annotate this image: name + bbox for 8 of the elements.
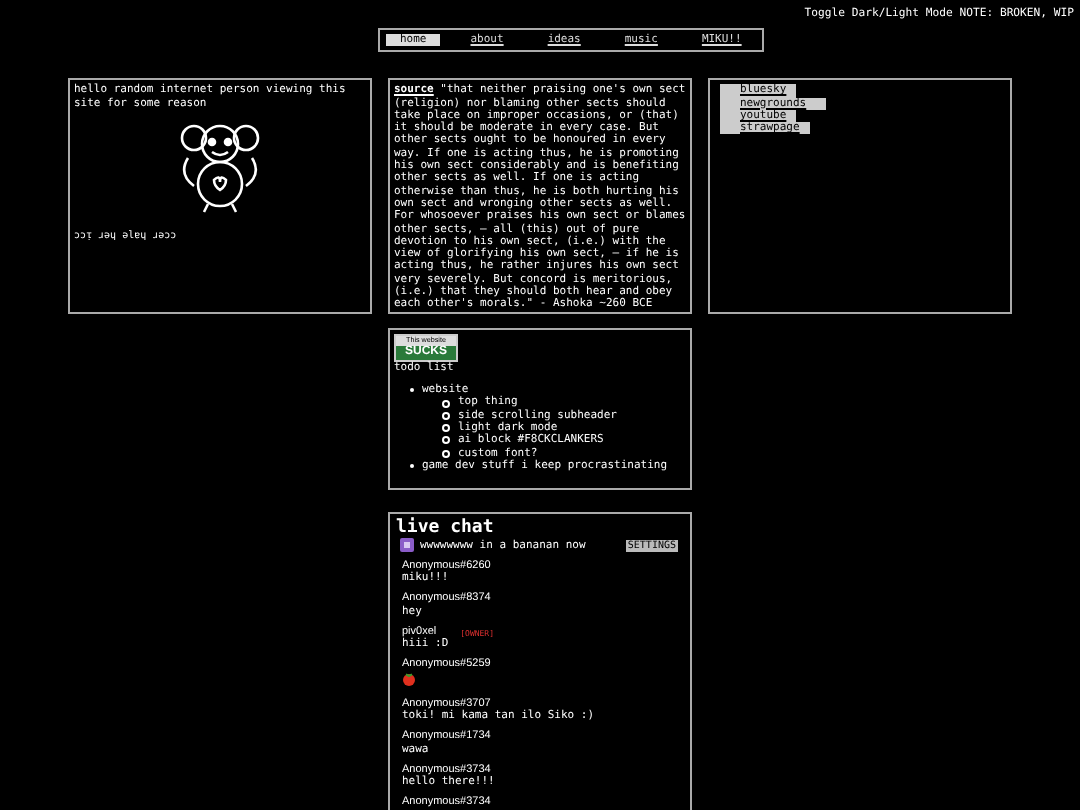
chat-title: live chat <box>396 518 496 539</box>
bullet-icon <box>442 436 450 445</box>
tomato-icon <box>402 671 416 686</box>
bullet-icon <box>442 399 450 408</box>
bullet-icon <box>442 424 450 433</box>
user-icon <box>400 538 414 553</box>
bullet-icon <box>442 449 450 458</box>
bullet-icon <box>442 411 450 420</box>
